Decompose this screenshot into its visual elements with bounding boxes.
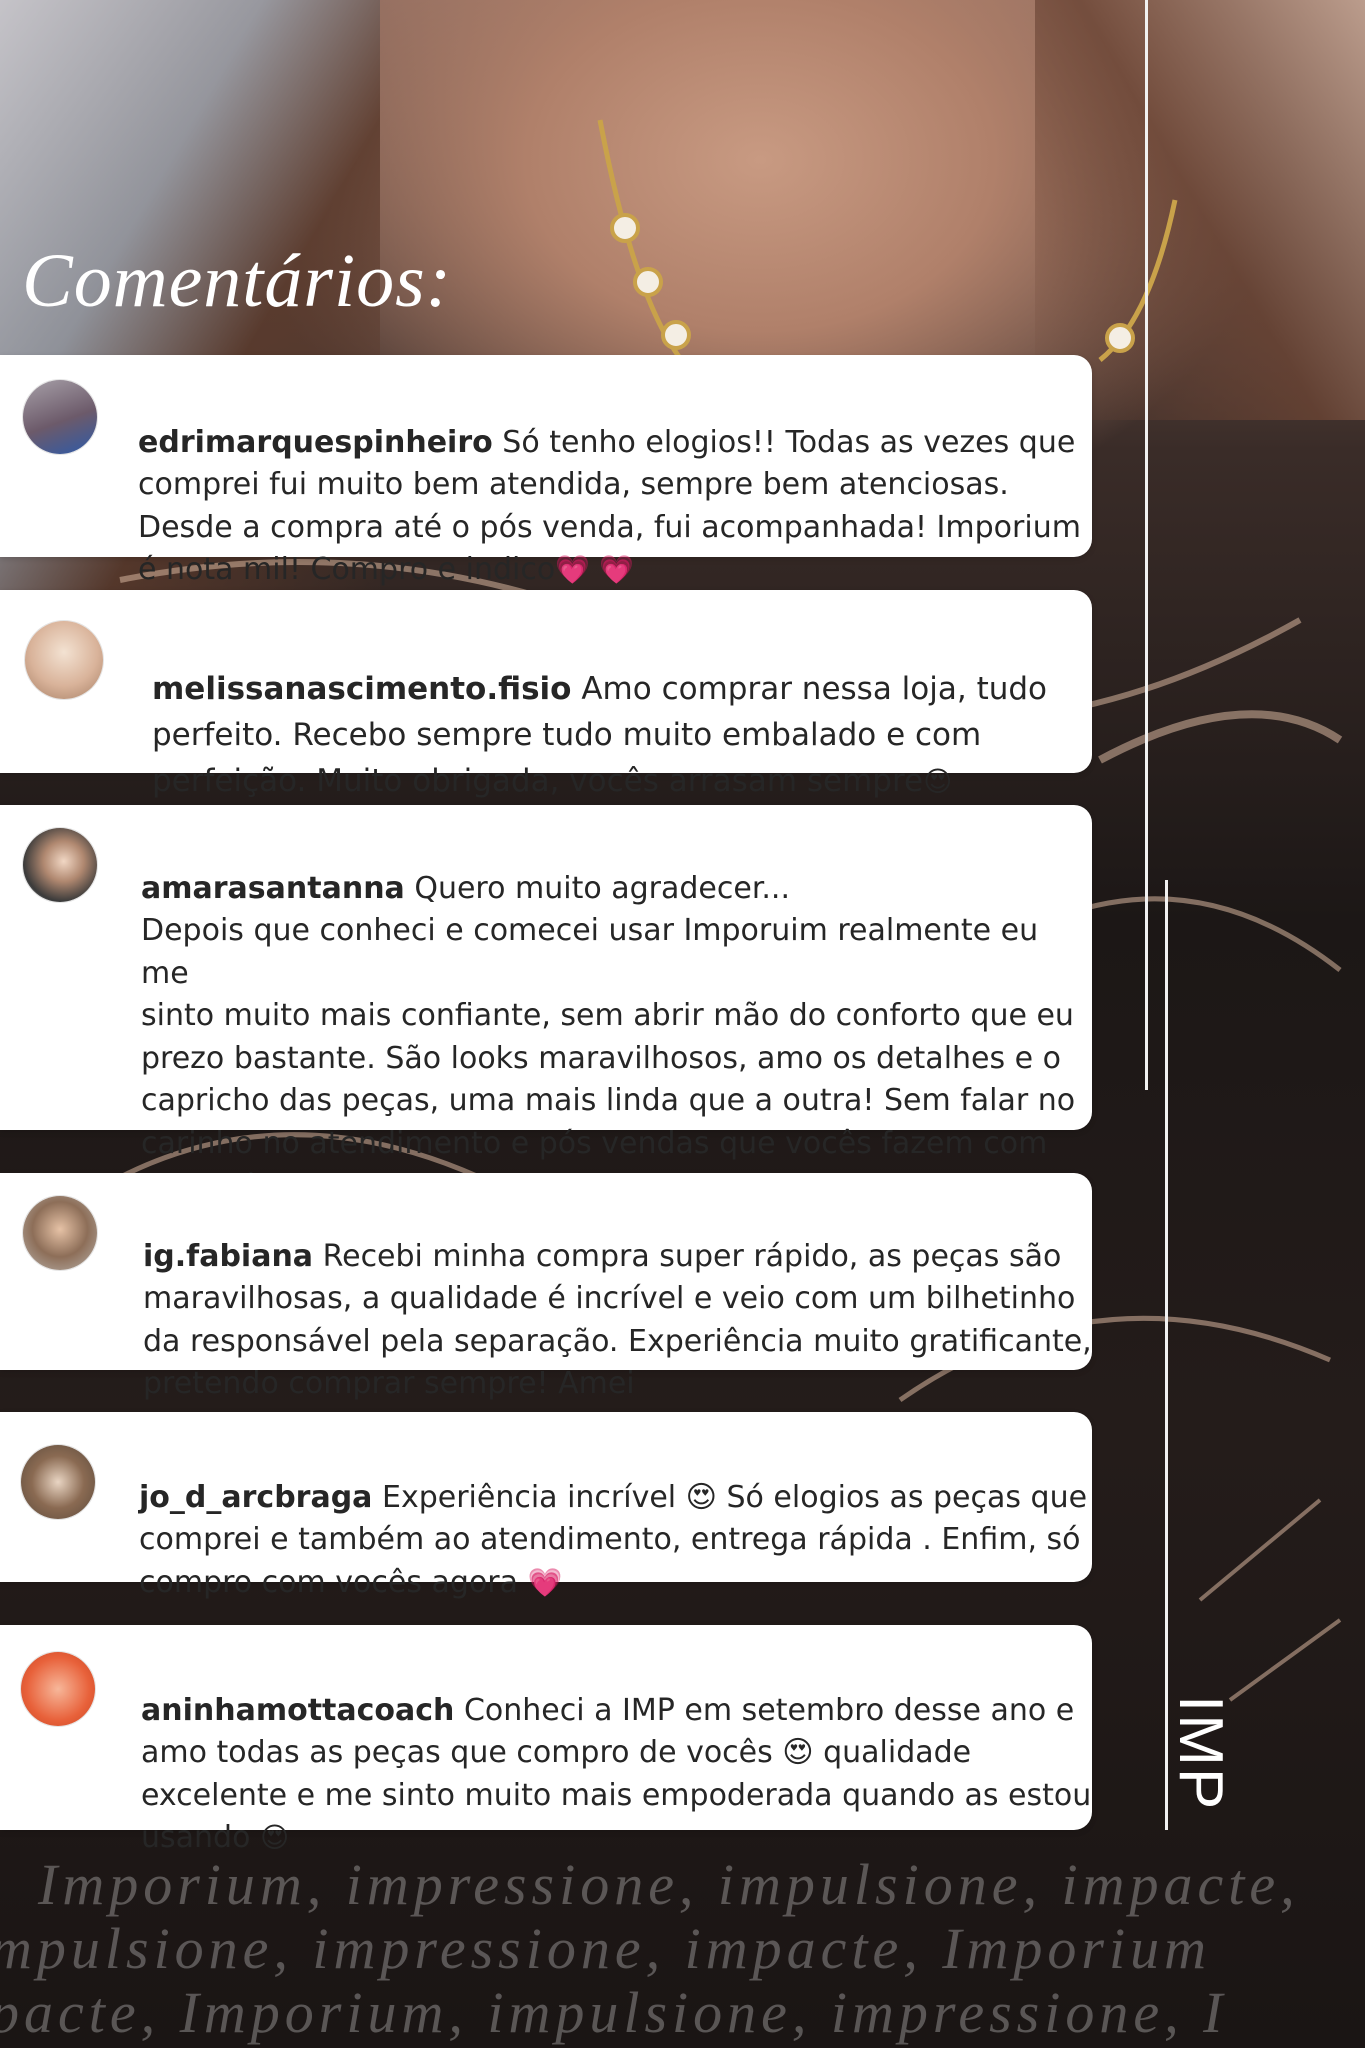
comment-card: ig.fabiana Recebi minha compra super ráp… [0, 1173, 1092, 1401]
avatar[interactable] [20, 1444, 96, 1520]
heart-eyes-emoji-icon: 😍 [923, 765, 953, 798]
heart-emoji-icon: 💗 💗 [555, 553, 634, 586]
decorative-vertical-line-brand [1165, 880, 1168, 1830]
tagline-line: mpulsione, impressione, impacte, Imporiu… [0, 1916, 1211, 1981]
comment-text: aninhamottacoach Conheci a IMP em setemb… [141, 1692, 1092, 1856]
comment-username[interactable]: aninhamottacoach [141, 1693, 454, 1728]
comment-text: edrimarquespinheiro Só tenho elogios!! T… [138, 424, 1081, 588]
avatar[interactable] [22, 827, 98, 903]
comment-card: edrimarquespinheiro Só tenho elogios!! T… [0, 355, 1092, 587]
tagline-line: pacte, Imporium, impulsione, impressione… [0, 1980, 1228, 2045]
comment-username[interactable]: ig.fabiana [143, 1239, 313, 1274]
comment-text: jo_d_arcbraga Experiência incrível 😍 Só … [139, 1479, 1088, 1600]
comment-username[interactable]: amarasantanna [141, 871, 405, 906]
tagline-line: Imporium, impressione, impulsione, impac… [38, 1852, 1300, 1917]
comment-card: aninhamottacoach Conheci a IMP em setemb… [0, 1625, 1092, 1855]
comment-username[interactable]: melissanascimento.fisio [152, 671, 571, 707]
comment-card: amarasantanna Quero muito agradecer... D… [0, 805, 1092, 1203]
comment-card: melissanascimento.fisio Amo comprar ness… [0, 590, 1092, 799]
comment-username[interactable]: edrimarquespinheiro [138, 425, 493, 460]
comment-text: melissanascimento.fisio Amo comprar ness… [152, 671, 1048, 799]
decorative-vertical-line [1145, 0, 1148, 1090]
comment-username[interactable]: jo_d_arcbraga [139, 1480, 372, 1515]
avatar[interactable] [22, 1195, 98, 1271]
avatar[interactable] [20, 1651, 96, 1727]
brand-logo-vertical: IMP [1166, 1695, 1235, 1812]
page-title: Comentários: [22, 239, 452, 323]
comment-text: amarasantanna Quero muito agradecer... D… [141, 825, 1092, 1208]
avatar[interactable] [24, 620, 104, 700]
heart-emoji-icon: 💗 [527, 1565, 563, 1599]
brand-tagline-watermark: Imporium, impressione, impulsione, impac… [0, 1845, 1365, 2048]
comment-card: jo_d_arcbraga Experiência incrível 😍 Só … [0, 1412, 1092, 1600]
avatar[interactable] [22, 379, 98, 455]
comment-text: ig.fabiana Recebi minha compra super ráp… [143, 1238, 1092, 1402]
